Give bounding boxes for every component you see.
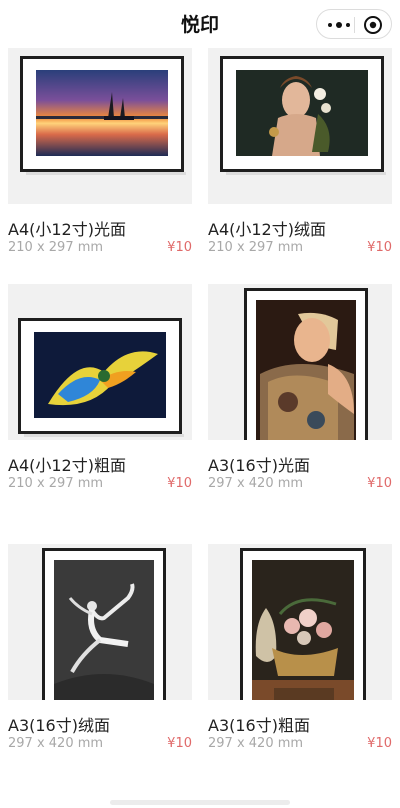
framed-color-parrot-image bbox=[18, 318, 184, 437]
product-size: 210 x 297 mm bbox=[208, 240, 304, 255]
framed-ballet-dancer-image bbox=[42, 548, 166, 700]
product-thumbnail[interactable] bbox=[208, 48, 392, 204]
product-price: ¥10 bbox=[367, 476, 392, 491]
product-name: A4(小12寸)绒面 bbox=[208, 220, 326, 239]
product-price: ¥10 bbox=[367, 736, 392, 751]
home-indicator bbox=[110, 800, 290, 805]
product-size: 297 x 420 mm bbox=[208, 476, 304, 491]
framed-woman-portrait-image bbox=[244, 288, 368, 440]
mini-program-capsule bbox=[316, 9, 392, 39]
capsule-divider bbox=[354, 17, 355, 33]
product-price: ¥10 bbox=[167, 736, 192, 751]
product-size: 210 x 297 mm bbox=[8, 476, 104, 491]
product-thumbnail[interactable] bbox=[208, 544, 392, 700]
framed-flower-vase-image bbox=[240, 548, 366, 700]
framed-sunset-boats-image bbox=[20, 56, 186, 175]
product-name: A4(小12寸)光面 bbox=[8, 220, 126, 239]
product-name: A3(16寸)光面 bbox=[208, 456, 310, 475]
product-thumbnail[interactable] bbox=[8, 48, 192, 204]
product-price: ¥10 bbox=[167, 476, 192, 491]
product-size: 297 x 420 mm bbox=[8, 736, 104, 751]
product-name: A3(16寸)粗面 bbox=[208, 716, 310, 735]
product-name: A4(小12寸)粗面 bbox=[8, 456, 126, 475]
product-size: 210 x 297 mm bbox=[8, 240, 104, 255]
product-size: 297 x 420 mm bbox=[208, 736, 304, 751]
framed-floral-portrait-image bbox=[220, 56, 386, 175]
target-close-icon[interactable] bbox=[363, 15, 383, 35]
product-name: A3(16寸)绒面 bbox=[8, 716, 110, 735]
product-thumbnail[interactable] bbox=[208, 284, 392, 440]
more-dots-icon[interactable] bbox=[326, 10, 352, 38]
product-thumbnail[interactable] bbox=[8, 544, 192, 700]
product-thumbnail[interactable] bbox=[8, 284, 192, 440]
navigation-bar: 悦印 bbox=[0, 0, 400, 48]
product-price: ¥10 bbox=[167, 240, 192, 255]
product-price: ¥10 bbox=[367, 240, 392, 255]
